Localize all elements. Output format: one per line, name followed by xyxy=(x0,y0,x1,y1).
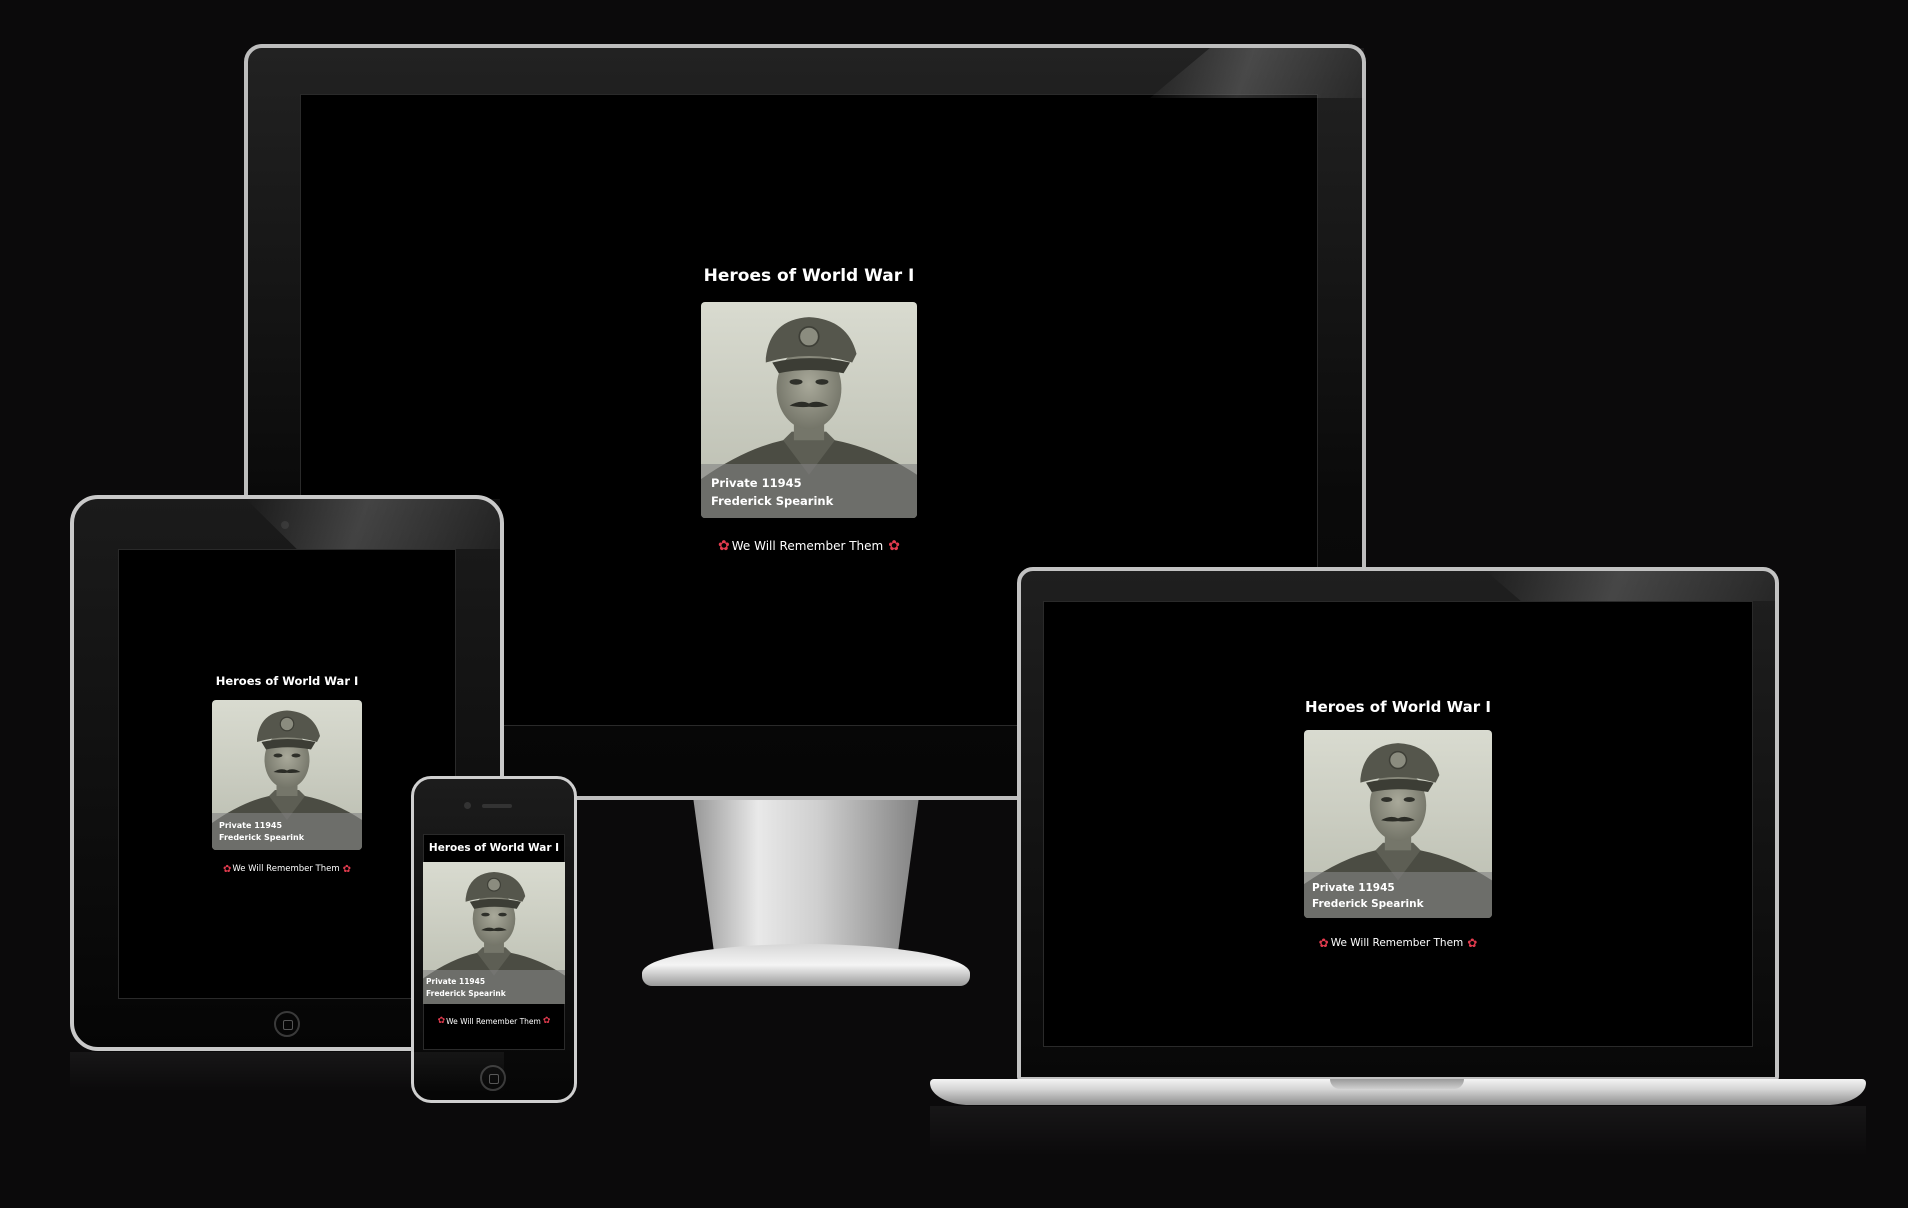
memorial-page: Heroes of World War I Private 11945 Fred… xyxy=(1043,601,1753,1047)
soldier-rank: Private 11945 xyxy=(1312,882,1395,894)
remembrance-text: We Will Remember Them xyxy=(446,1016,541,1026)
remembrance-line: ✿ We Will Remember Them ✿ xyxy=(1319,936,1478,950)
laptop-opening-notch xyxy=(1330,1079,1464,1089)
soldier-name: Frederick Spearink xyxy=(426,989,506,998)
poppy-icon: ✿ xyxy=(542,1016,551,1026)
remembrance-line: ✿ We Will Remember Them ✿ xyxy=(223,864,351,875)
remembrance-text: We Will Remember Them xyxy=(731,539,884,553)
remembrance-line: ✿ We Will Remember Them ✿ xyxy=(438,1016,551,1026)
tablet-camera xyxy=(281,521,289,529)
soldier-caption: Private 11945 Frederick Spearink xyxy=(1304,872,1492,918)
phone-camera xyxy=(464,802,471,809)
soldier-card[interactable]: Private 11945 Frederick Spearink xyxy=(701,302,917,518)
memorial-page: Heroes of World War I Private 11945 Fred… xyxy=(118,549,456,999)
phone-screen: Heroes of World War I Private 11945 Fred… xyxy=(423,834,565,1050)
soldier-caption: Private 11945 Frederick Spearink xyxy=(423,970,565,1004)
soldier-name: Frederick Spearink xyxy=(711,494,834,508)
soldier-rank: Private 11945 xyxy=(219,820,283,830)
soldier-name: Frederick Spearink xyxy=(1312,898,1424,910)
tablet-home-button xyxy=(274,1011,300,1037)
tablet-screen: Heroes of World War I Private 11945 Fred… xyxy=(118,549,456,999)
phone-home-button xyxy=(480,1065,506,1091)
memorial-page: Heroes of World War I Private 11945 Fred… xyxy=(423,834,565,1050)
responsive-mockup: Heroes of World War I Private 11945 Fred… xyxy=(0,0,1908,1208)
page-title: Heroes of World War I xyxy=(428,842,560,854)
laptop-screen: Heroes of World War I Private 11945 Fred… xyxy=(1043,601,1753,1047)
floor-reflection xyxy=(930,1106,1866,1156)
soldier-card[interactable]: Private 11945 Frederick Spearink xyxy=(1304,730,1492,918)
poppy-icon: ✿ xyxy=(1318,936,1329,950)
remembrance-text: We Will Remember Them xyxy=(1330,937,1464,949)
poppy-icon: ✿ xyxy=(342,863,352,875)
soldier-name: Frederick Spearink xyxy=(219,832,305,842)
phone-device: Heroes of World War I Private 11945 Fred… xyxy=(411,776,577,1103)
monitor-stand xyxy=(693,798,919,958)
phone-speaker xyxy=(482,804,512,808)
remembrance-line: ✿ We Will Remember Them ✿ xyxy=(718,538,900,554)
page-title: Heroes of World War I xyxy=(703,266,915,286)
remembrance-text: We Will Remember Them xyxy=(232,864,340,874)
page-title: Heroes of World War I xyxy=(215,673,359,688)
laptop-device: Heroes of World War I Private 11945 Fred… xyxy=(1017,567,1779,1081)
soldier-card[interactable]: Private 11945 Frederick Spearink xyxy=(212,699,362,850)
soldier-rank: Private 11945 xyxy=(426,977,486,986)
soldier-caption: Private 11945 Frederick Spearink xyxy=(212,812,362,850)
soldier-card[interactable]: Private 11945 Frederick Spearink xyxy=(423,862,565,1004)
monitor-stand-base xyxy=(642,944,970,986)
poppy-icon: ✿ xyxy=(888,538,900,554)
poppy-icon: ✿ xyxy=(718,538,730,554)
soldier-caption: Private 11945 Frederick Spearink xyxy=(701,464,917,518)
page-title: Heroes of World War I xyxy=(1305,698,1491,716)
poppy-icon: ✿ xyxy=(1467,936,1478,950)
poppy-icon: ✿ xyxy=(222,863,232,875)
soldier-rank: Private 11945 xyxy=(711,476,802,490)
poppy-icon: ✿ xyxy=(437,1016,446,1026)
